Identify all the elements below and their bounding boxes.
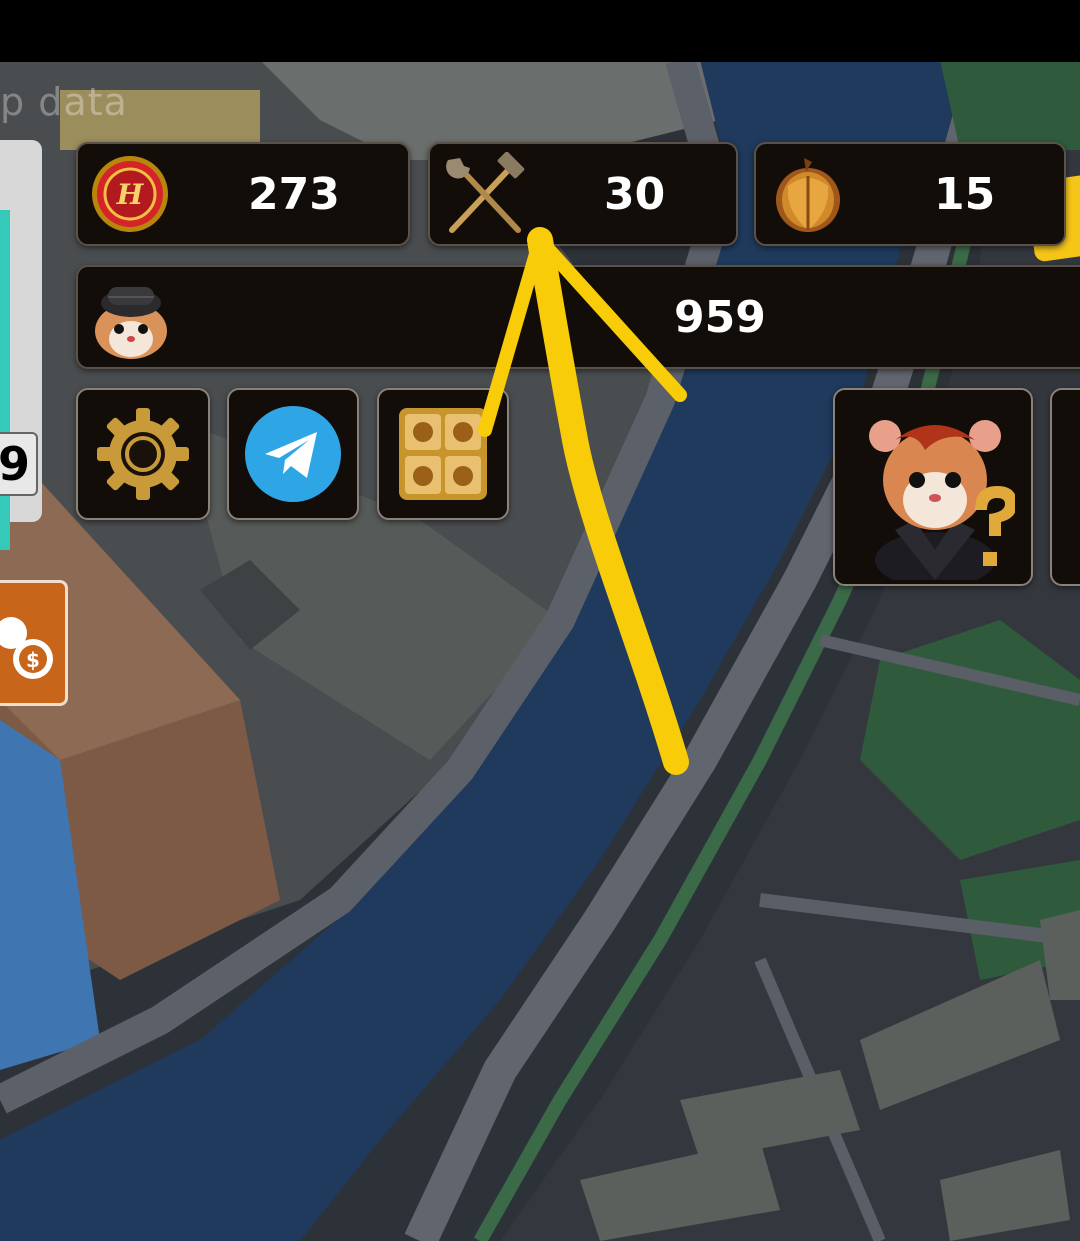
annotation-arrow <box>478 227 689 775</box>
